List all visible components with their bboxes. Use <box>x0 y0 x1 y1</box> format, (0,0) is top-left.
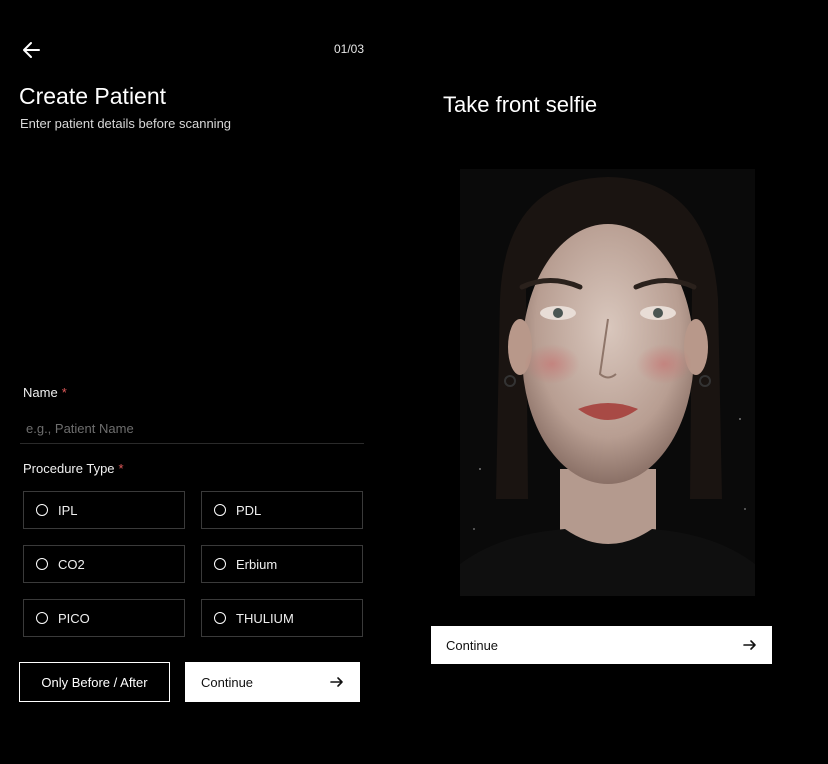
selfie-title: Take front selfie <box>443 92 598 117</box>
arrow-right-icon <box>743 640 756 650</box>
name-field-label: Name * <box>23 385 67 400</box>
arrow-right-icon <box>330 677 343 687</box>
continue-label: Continue <box>446 637 499 653</box>
step-counter: 01/03 <box>333 42 364 56</box>
selfie-continue-button[interactable]: Continue <box>431 626 772 664</box>
procedure-option-label: Erbium <box>236 556 278 572</box>
procedure-option-ipl[interactable]: IPL <box>23 491 185 529</box>
procedure-option-label: CO2 <box>58 556 85 572</box>
radio-unchecked-icon <box>214 558 226 570</box>
required-marker: * <box>61 385 67 400</box>
radio-unchecked-icon <box>36 558 48 570</box>
radio-unchecked-icon <box>36 612 48 624</box>
procedure-option-label: IPL <box>58 502 78 518</box>
only-before-after-button[interactable]: Only Before / After <box>19 662 170 702</box>
radio-unchecked-icon <box>214 504 226 516</box>
required-marker: * <box>118 461 124 476</box>
procedure-option-co2[interactable]: CO2 <box>23 545 185 583</box>
back-button[interactable] <box>20 38 44 62</box>
procedure-option-label: PICO <box>58 610 90 626</box>
procedure-option-pdl[interactable]: PDL <box>201 491 363 529</box>
procedure-option-pico[interactable]: PICO <box>23 599 185 637</box>
face-portrait-image <box>460 169 755 596</box>
page-subtitle: Enter patient details before scanning <box>20 116 232 131</box>
arrow-left-icon <box>23 42 40 58</box>
patient-name-input[interactable] <box>20 414 364 444</box>
continue-button[interactable]: Continue <box>185 662 360 702</box>
radio-unchecked-icon <box>36 504 48 516</box>
page-title: Create Patient <box>19 83 167 109</box>
only-before-after-label: Only Before / After <box>41 674 148 690</box>
procedure-type-label: Procedure Type * <box>23 461 124 476</box>
front-selfie-photo <box>460 169 755 596</box>
procedure-label-text: Procedure Type <box>23 461 115 476</box>
radio-unchecked-icon <box>214 612 226 624</box>
procedure-option-label: PDL <box>236 502 262 518</box>
procedure-option-thulium[interactable]: THULIUM <box>201 599 363 637</box>
continue-label: Continue <box>201 674 254 690</box>
procedure-option-label: THULIUM <box>236 610 294 626</box>
procedure-option-erbium[interactable]: Erbium <box>201 545 363 583</box>
name-label-text: Name <box>23 385 58 400</box>
